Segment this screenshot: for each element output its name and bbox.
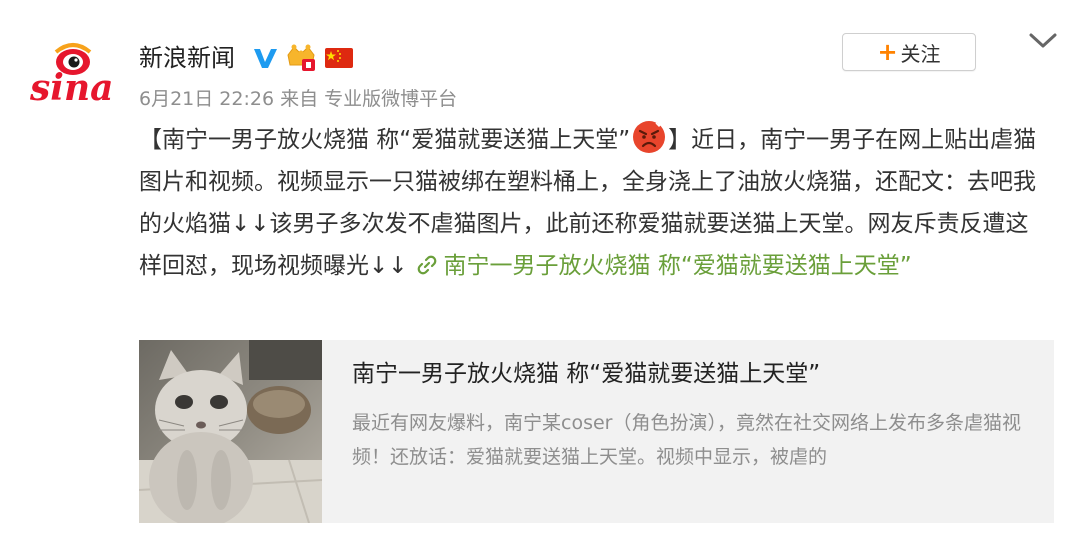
account-badges [252,42,354,74]
card-body: 南宁一男子放火烧猫 称“爱猫就要送猫上天堂” 最近有网友爆料，南宁某coser（… [322,340,1052,523]
post-text-open: 【南宁一男子放火烧猫 称“爱猫就要送猫上天堂” [139,127,631,153]
source-prefix: 来自 [280,88,319,110]
card-thumbnail [139,340,322,523]
china-flag-icon [325,48,353,68]
post-meta: 6月21日 22:26 来自 专业版微博平台 [139,84,457,114]
weibo-post: sina 新浪新闻 6月21日 22:26 来自 专业版微博平台 + 关注 【南… [0,0,1080,536]
follow-button[interactable]: + 关注 [842,33,976,71]
vip-crown-icon[interactable] [284,43,318,73]
link-preview-card[interactable]: 南宁一男子放火烧猫 称“爱猫就要送猫上天堂” 最近有网友爆料，南宁某coser（… [139,340,1054,523]
post-source[interactable]: 专业版微博平台 [324,88,457,110]
angry-face-icon [633,120,666,153]
link-icon [417,255,436,275]
verified-v-icon[interactable] [252,46,278,70]
post-text: 【南宁一男子放火烧猫 称“爱猫就要送猫上天堂” 】近日，南宁一男子在网上贴出虐猫… [139,119,1044,287]
follow-label: 关注 [900,41,941,66]
card-description: 最近有网友爆料，南宁某coser（角色扮演），竟然在社交网络上发布多条虐猫视频！… [352,412,1021,468]
cat-photo-thumbnail [139,340,322,523]
chevron-down-icon[interactable] [1028,30,1058,52]
plus-icon: + [877,38,898,66]
post-link[interactable]: 南宁一男子放火烧猫 称“爱猫就要送猫上天堂” [444,253,912,279]
sina-logo-avatar[interactable]: sina [26,40,126,110]
account-name[interactable]: 新浪新闻 [139,38,235,78]
sina-logo-icon: sina [29,43,113,109]
card-title[interactable]: 南宁一男子放火烧猫 称“爱猫就要送猫上天堂” [352,356,1052,392]
svg-text:sina: sina [29,67,113,109]
post-time[interactable]: 6月21日 22:26 [139,88,274,110]
